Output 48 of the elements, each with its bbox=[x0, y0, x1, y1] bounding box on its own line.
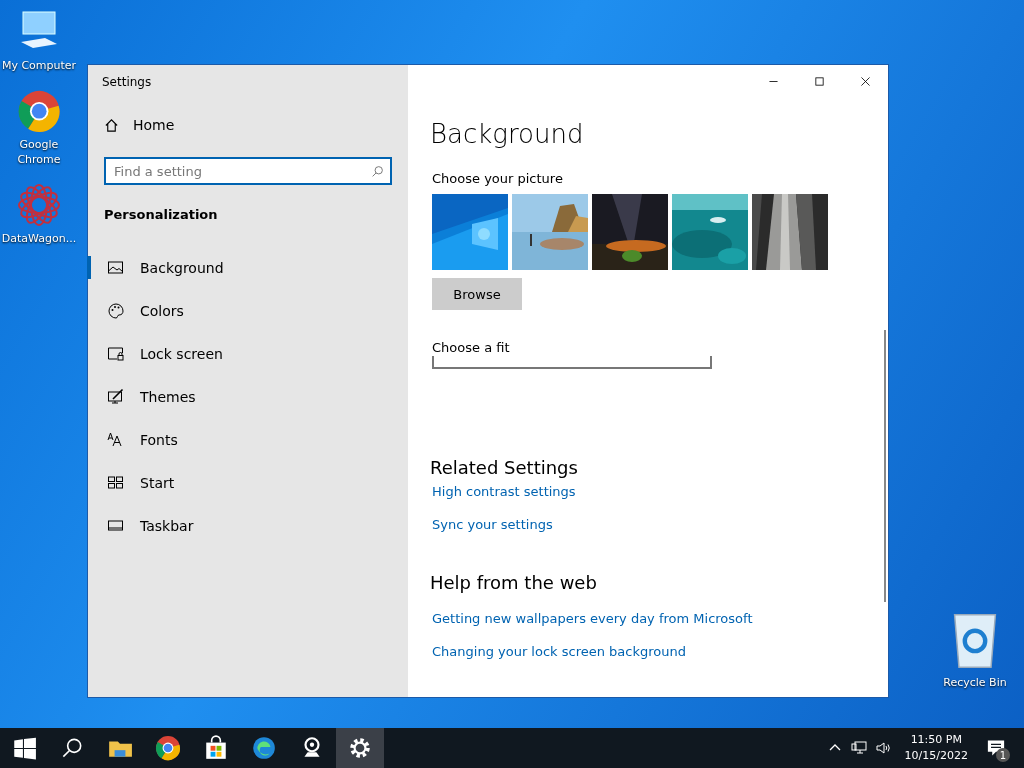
clock-time[interactable]: 11:50 PM bbox=[910, 732, 962, 748]
edge-icon[interactable] bbox=[251, 735, 277, 761]
chrome-icon[interactable] bbox=[155, 735, 181, 761]
field-label: Choose your picture bbox=[432, 171, 564, 186]
window-title: Settings bbox=[101, 74, 153, 91]
network-icon[interactable] bbox=[850, 740, 867, 756]
link[interactable]: Changing your lock screen background bbox=[432, 644, 686, 659]
icon-label[interactable]: Recycle Bin bbox=[943, 675, 1007, 690]
section-heading: Personalization bbox=[104, 207, 219, 222]
sidebar-item[interactable]: Fonts bbox=[87, 428, 408, 451]
section-heading: Related Settings bbox=[430, 457, 579, 478]
lock-screen-icon bbox=[107, 345, 124, 362]
field-label: Choose a fit bbox=[432, 340, 511, 355]
icon-label[interactable]: Google Chrome bbox=[0, 137, 78, 167]
maximize-icon[interactable] bbox=[812, 74, 826, 88]
browse-button[interactable]: Browse bbox=[432, 278, 522, 310]
taskbar-icon bbox=[107, 517, 124, 534]
sidebar-item[interactable]: Themes bbox=[87, 385, 408, 408]
home-link[interactable]: Home bbox=[104, 113, 175, 137]
icon-label[interactable]: My Computer bbox=[1, 58, 77, 73]
link[interactable]: Getting new wallpapers every day from Microsoft bbox=[432, 611, 753, 626]
section-heading: Help from the web bbox=[430, 572, 598, 593]
brush-icon bbox=[107, 388, 124, 405]
sidebar-item[interactable]: Start bbox=[87, 471, 408, 494]
picture-icon bbox=[107, 259, 124, 276]
page-heading: Background bbox=[430, 119, 585, 149]
clock-date[interactable]: 10/15/2022 bbox=[904, 748, 968, 764]
sidebar-item[interactable]: Lock screen bbox=[87, 342, 408, 365]
palette-icon bbox=[107, 302, 124, 319]
link[interactable]: High contrast settings bbox=[432, 484, 576, 499]
notification-badge: 1 bbox=[996, 748, 1010, 762]
tiles-icon bbox=[107, 474, 124, 491]
search-field[interactable]: Find a setting bbox=[104, 157, 392, 185]
icon-label[interactable]: DataWagon... bbox=[1, 231, 77, 246]
link[interactable]: Sync your settings bbox=[432, 517, 553, 532]
fonts-icon bbox=[107, 431, 124, 448]
shopping-bag-icon[interactable] bbox=[203, 735, 229, 761]
scrollbar[interactable] bbox=[884, 330, 886, 602]
search-icon bbox=[371, 165, 384, 178]
sidebar-item[interactable]: Colors bbox=[87, 299, 408, 322]
sidebar-item[interactable]: Taskbar bbox=[87, 514, 408, 537]
sidebar-item[interactable]: Background bbox=[87, 256, 408, 279]
windows-logo-icon[interactable] bbox=[11, 735, 37, 761]
close-icon[interactable] bbox=[858, 74, 872, 88]
speaker-icon[interactable] bbox=[874, 740, 891, 756]
fit-dropdown[interactable] bbox=[432, 356, 712, 369]
home-icon bbox=[104, 117, 119, 133]
settings-icon[interactable] bbox=[347, 735, 373, 761]
